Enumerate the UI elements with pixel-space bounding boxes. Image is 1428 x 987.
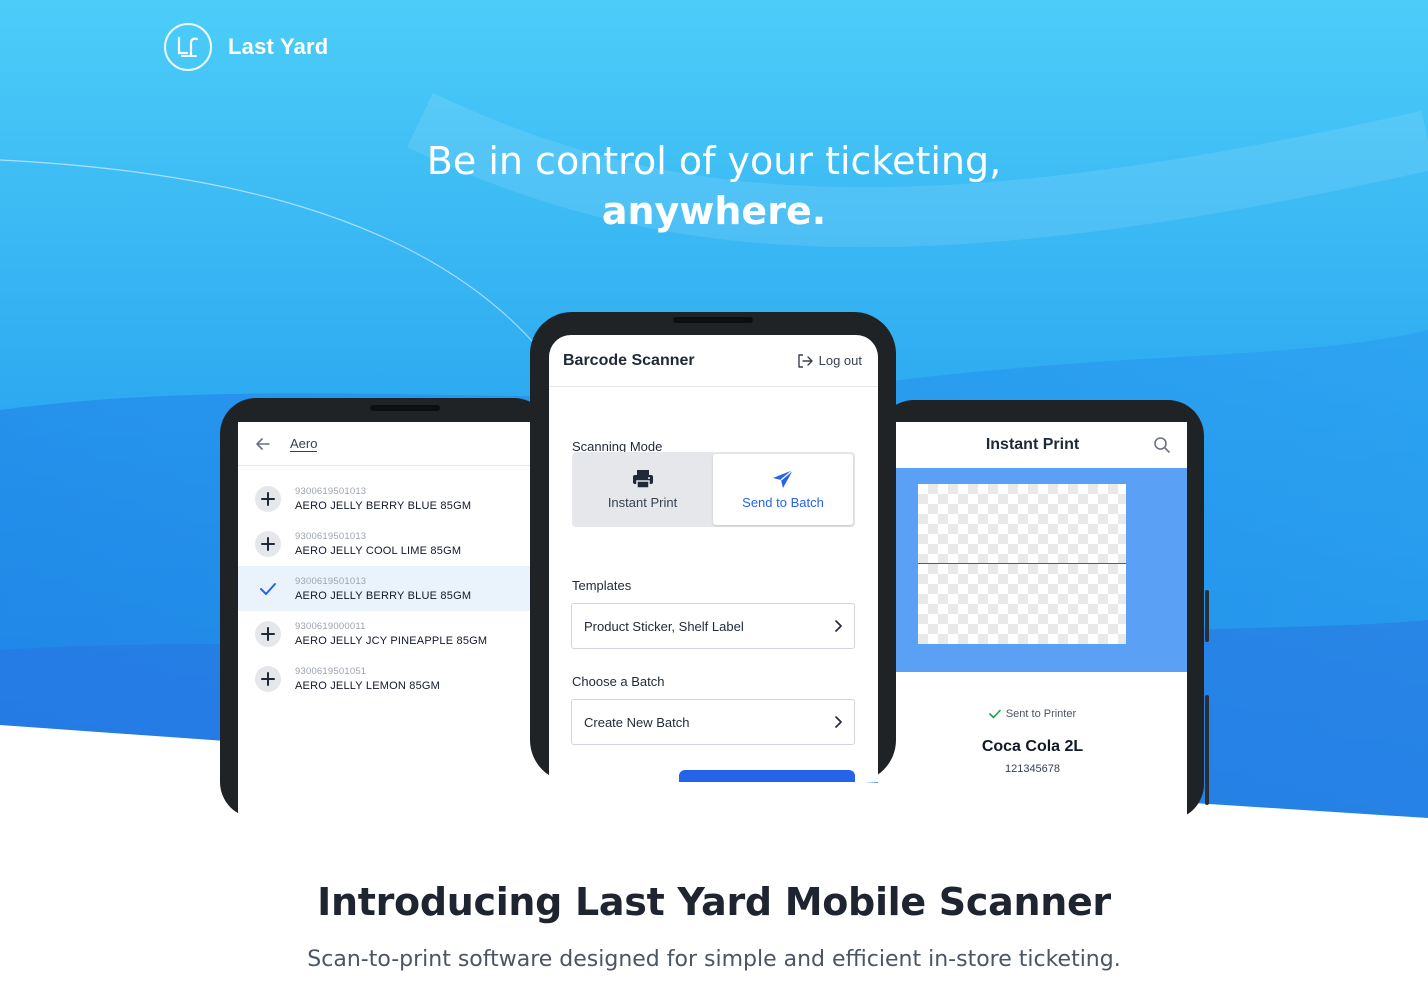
check-icon: [260, 582, 276, 595]
plus-icon: [261, 671, 275, 686]
phone-speaker: [370, 405, 440, 411]
mode-send-to-batch-label: Send to Batch: [742, 495, 824, 510]
product-row-selected[interactable]: 9300619501013 AERO JELLY BERRY BLUE 85GM: [238, 566, 550, 611]
templates-select[interactable]: Product Sticker, Shelf Label: [571, 603, 855, 649]
side-button: [1205, 590, 1209, 642]
primary-action-button[interactable]: [679, 770, 855, 782]
page-title: Barcode Scanner: [563, 351, 695, 369]
intro-title: Introducing Last Yard Mobile Scanner: [317, 880, 1111, 924]
scan-line: [918, 563, 1126, 564]
product-code: 9300619000011: [295, 620, 366, 632]
search-screen: Aero 9300619501013 AERO JELLY BERRY BLUE…: [238, 422, 550, 818]
chevron-right-icon: [835, 620, 842, 632]
logo-icon: [164, 23, 212, 71]
plus-icon: [261, 491, 275, 506]
headline-line-2: anywhere.: [601, 189, 827, 233]
search-bar[interactable]: Aero: [238, 422, 550, 466]
printed-product-code: 121345678: [1004, 763, 1061, 775]
product-row[interactable]: 9300619501013 AERO JELLY BERRY BLUE 85GM: [238, 476, 550, 521]
hero-headline: Be in control of your ticketing, anywher…: [0, 136, 1428, 236]
product-name: AERO JELLY COOL LIME 85GM: [295, 544, 462, 557]
instant-print-screen: Instant Print Sent to Printer Coca Cola …: [878, 422, 1187, 820]
brand-logo[interactable]: Last Yard: [164, 23, 328, 71]
add-button[interactable]: [255, 620, 281, 647]
back-arrow-icon[interactable]: [254, 435, 272, 453]
search-input[interactable]: Aero: [290, 436, 318, 452]
batch-select[interactable]: Create New Batch: [571, 699, 855, 745]
printer-icon: [632, 470, 653, 489]
product-code: 9300619501051: [295, 665, 367, 677]
product-name: AERO JELLY LEMON 85GM: [295, 679, 441, 692]
logout-icon: [797, 353, 813, 368]
product-row[interactable]: 9300619501013 AERO JELLY COOL LIME 85GM: [238, 521, 550, 566]
add-button[interactable]: [255, 665, 281, 692]
logout-label: Log out: [818, 353, 862, 368]
intro-subtitle: Scan-to-print software designed for simp…: [307, 947, 1121, 972]
add-button[interactable]: [255, 530, 281, 557]
phone-barcode-scanner: Barcode Scanner Log out Scanning Mode In…: [530, 312, 896, 782]
logout-button[interactable]: Log out: [797, 353, 862, 368]
product-name: AERO JELLY BERRY BLUE 85GM: [295, 589, 472, 602]
chevron-right-icon: [835, 716, 842, 728]
add-button[interactable]: [255, 485, 281, 512]
selected-indicator[interactable]: [255, 576, 281, 602]
scanner-preview: [878, 468, 1187, 672]
templates-label: Templates: [572, 578, 632, 593]
product-code: 9300619501013: [295, 530, 367, 542]
instant-print-title: Instant Print: [985, 436, 1080, 453]
side-button: [1205, 695, 1209, 805]
send-icon: [773, 469, 794, 488]
scanning-mode-toggle: Instant Print Send to Batch: [572, 452, 855, 527]
batch-value: Create New Batch: [584, 714, 690, 730]
product-code: 9300619501013: [295, 575, 367, 587]
phone-instant-print: Instant Print Sent to Printer Coca Cola …: [878, 400, 1209, 820]
plus-icon: [261, 536, 275, 551]
search-icon[interactable]: [1153, 436, 1171, 454]
plus-icon: [261, 626, 275, 641]
phone-speaker: [673, 317, 753, 323]
check-icon: [989, 709, 1001, 719]
mode-instant-print-label: Instant Print: [607, 495, 678, 510]
status-text: Sent to Printer: [1005, 708, 1077, 720]
phone-product-search: Aero 9300619501013 AERO JELLY BERRY BLUE…: [220, 398, 550, 818]
product-row[interactable]: 9300619000011 AERO JELLY JCY PINEAPPLE 8…: [238, 611, 550, 656]
barcode-scanner-screen: Barcode Scanner Log out Scanning Mode In…: [549, 335, 878, 782]
mode-instant-print-button[interactable]: Instant Print: [572, 452, 713, 527]
brand-name: Last Yard: [228, 34, 329, 59]
product-list: 9300619501013 AERO JELLY BERRY BLUE 85GM…: [238, 476, 550, 701]
headline-line-1: Be in control of your ticketing,: [426, 139, 1002, 183]
product-code: 9300619501013: [295, 485, 367, 497]
batch-label: Choose a Batch: [572, 674, 665, 689]
templates-value: Product Sticker, Shelf Label: [584, 618, 744, 634]
print-status: Sent to Printer: [878, 708, 1187, 720]
product-name: AERO JELLY JCY PINEAPPLE 85GM: [295, 634, 488, 647]
product-name: AERO JELLY BERRY BLUE 85GM: [295, 499, 472, 512]
mode-send-to-batch-button[interactable]: Send to Batch: [713, 454, 853, 525]
product-row[interactable]: 9300619501051 AERO JELLY LEMON 85GM: [238, 656, 550, 701]
printed-product-name: Coca Cola 2L: [981, 738, 1084, 755]
camera-viewfinder: [918, 484, 1126, 644]
app-header: Barcode Scanner Log out: [549, 335, 878, 387]
